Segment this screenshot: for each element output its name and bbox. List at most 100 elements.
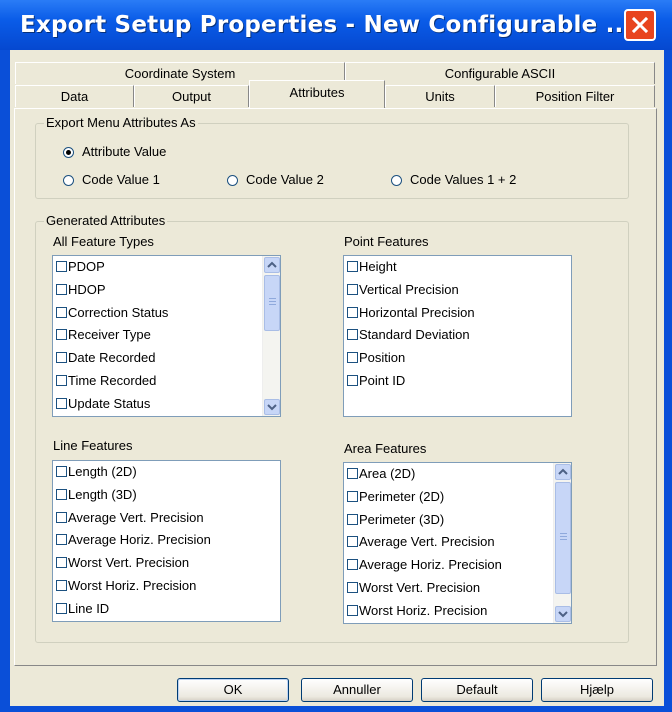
checkbox-icon[interactable] [347,261,358,272]
tab-attributes[interactable]: Attributes [249,80,385,108]
checkbox-icon[interactable] [56,374,67,386]
scroll-thumb[interactable] [264,275,280,331]
list-item[interactable]: Perimeter (3D) [344,509,571,532]
radio-code-values-1-2-label: Code Values 1 + 2 [410,172,517,187]
checkbox-icon[interactable] [347,513,358,525]
checkbox-icon[interactable] [347,581,358,593]
list-item[interactable]: PDOP [53,256,280,279]
scroll-up-button[interactable] [555,464,571,480]
list-item[interactable]: Line ID [53,598,280,621]
radio-code-value-1-label: Code Value 1 [82,172,160,187]
list-item[interactable]: Worst Horiz. Precision [53,575,280,598]
ok-button[interactable]: OK [177,678,289,702]
list-item[interactable]: Time Recorded [53,370,280,393]
list-item[interactable]: Worst Horiz. Precision [344,600,571,623]
scroll-up-button[interactable] [264,257,280,273]
title-bar[interactable]: Export Setup Properties - New Configurab… [0,0,672,50]
list-item[interactable]: Height [344,256,571,279]
radio-code-values-1-2[interactable]: Code Values 1 + 2 [391,172,516,187]
list-item[interactable]: Perimeter (2D) [344,486,571,509]
all-features-scrollbar[interactable] [262,256,280,416]
close-button[interactable] [624,9,656,41]
list-item[interactable]: Point ID [344,370,571,393]
checkbox-icon[interactable] [56,329,67,341]
checkbox-icon[interactable] [56,534,67,546]
radio-empty-icon [391,175,402,186]
checkbox-icon[interactable] [56,306,67,318]
checkbox-icon[interactable] [347,559,358,571]
list-item[interactable]: Vertical Precision [344,279,571,302]
tab-configurable-ascii[interactable]: Configurable ASCII [345,62,655,84]
checkbox-icon[interactable] [347,352,358,364]
checkbox-icon[interactable] [56,397,67,409]
tab-data[interactable]: Data [15,85,134,107]
all-feature-types-list[interactable]: PDOP HDOP Correction Status Receiver Typ… [52,255,281,417]
list-item[interactable]: Receiver Type [53,324,280,347]
list-item[interactable]: Horizontal Precision [344,302,571,325]
checkbox-icon[interactable] [56,557,67,569]
checkbox-icon[interactable] [56,488,67,500]
radio-empty-icon [227,175,238,186]
list-item[interactable]: Update Status [53,393,280,416]
list-item[interactable]: Worst Vert. Precision [53,552,280,575]
list-item[interactable]: Average Vert. Precision [53,507,280,530]
all-feature-types-label: All Feature Types [53,234,154,249]
line-features-label: Line Features [53,438,133,453]
default-button[interactable]: Default [421,678,533,702]
checkbox-icon[interactable] [56,602,67,614]
list-item[interactable]: Worst Vert. Precision [344,577,571,600]
area-features-list[interactable]: Area (2D) Perimeter (2D) Perimeter (3D) … [343,462,572,624]
checkbox-icon[interactable] [56,466,67,477]
help-button[interactable]: Hjælp [541,678,653,702]
checkbox-icon[interactable] [56,352,67,364]
export-menu-legend: Export Menu Attributes As [44,115,198,130]
list-item[interactable]: Average Vert. Precision [344,531,571,554]
area-features-scrollbar[interactable] [553,463,571,623]
list-item[interactable]: Standard Deviation [344,324,571,347]
list-item[interactable]: HDOP [53,279,280,302]
radio-attribute-value[interactable]: Attribute Value [63,144,166,159]
line-features-list[interactable]: Length (2D) Length (3D) Average Vert. Pr… [52,460,281,622]
list-item[interactable]: Average Horiz. Precision [53,529,280,552]
scroll-down-button[interactable] [555,606,571,622]
checkbox-icon[interactable] [347,468,358,479]
list-item[interactable]: Area (2D) [344,463,571,486]
checkbox-icon[interactable] [347,306,358,318]
point-features-label: Point Features [344,234,429,249]
area-features-label: Area Features [344,441,427,456]
cancel-button[interactable]: Annuller [301,678,413,702]
list-item[interactable]: Date Recorded [53,347,280,370]
scroll-thumb[interactable] [555,482,571,594]
radio-code-value-1[interactable]: Code Value 1 [63,172,160,187]
checkbox-icon[interactable] [56,261,67,272]
checkbox-icon[interactable] [56,283,67,295]
checkbox-icon[interactable] [347,536,358,548]
checkbox-icon[interactable] [347,490,358,502]
checkbox-icon[interactable] [56,579,67,591]
window-title: Export Setup Properties - New Configurab… [20,12,633,38]
radio-code-value-2[interactable]: Code Value 2 [227,172,324,187]
list-item[interactable]: Correction Status [53,302,280,325]
tab-output[interactable]: Output [134,85,249,107]
radio-empty-icon [63,175,74,186]
tab-units[interactable]: Units [385,85,495,107]
chevron-up-icon [267,261,277,268]
radio-code-value-2-label: Code Value 2 [246,172,324,187]
list-item[interactable]: Length (2D) [53,461,280,484]
list-item[interactable]: Average Horiz. Precision [344,554,571,577]
chevron-down-icon [558,611,568,618]
checkbox-icon[interactable] [347,374,358,386]
point-features-list[interactable]: Height Vertical Precision Horizontal Pre… [343,255,572,417]
scroll-down-button[interactable] [264,399,280,415]
tab-position-filter[interactable]: Position Filter [495,85,655,107]
checkbox-icon[interactable] [56,511,67,523]
checkbox-icon[interactable] [347,604,358,616]
checkbox-icon[interactable] [347,283,358,295]
chevron-up-icon [558,468,568,475]
radio-selected-icon [63,147,74,158]
list-item[interactable]: Length (3D) [53,484,280,507]
generated-attributes-legend: Generated Attributes [44,213,168,228]
checkbox-icon[interactable] [347,329,358,341]
list-item[interactable]: Position [344,347,571,370]
attributes-tab-panel: Export Menu Attributes As Attribute Valu… [14,108,657,666]
